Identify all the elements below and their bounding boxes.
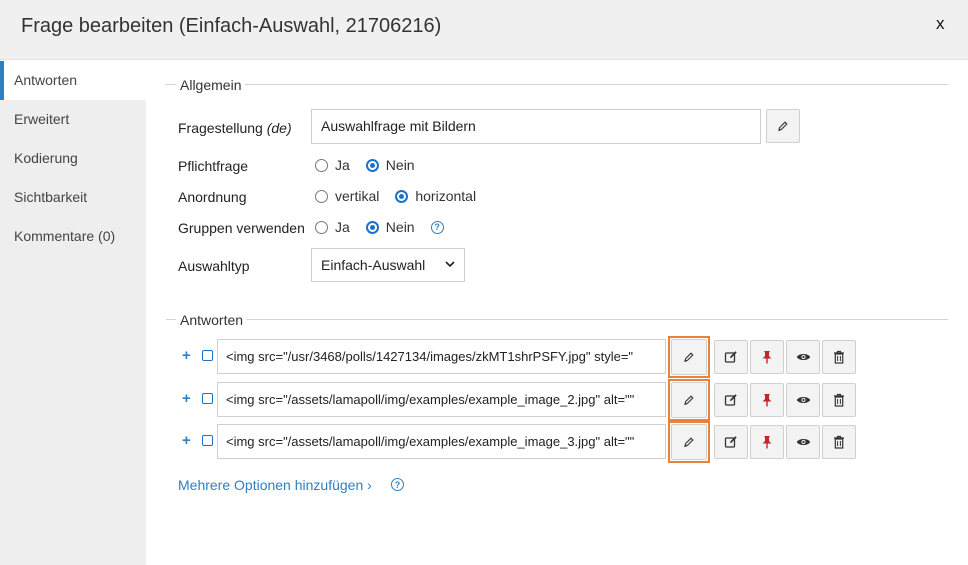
pin-icon [762,351,772,364]
answer-pin-button[interactable] [750,383,784,417]
pencil-icon [684,352,694,362]
edit-box-icon [724,351,737,363]
pencil-icon [684,437,694,447]
question-label: Fragestellung (de) [178,120,292,136]
pin-icon [762,436,772,449]
groups-yes-radio[interactable]: Ja [315,219,350,235]
add-answer-plus[interactable]: + [182,390,191,407]
answer-edit-button[interactable] [671,339,707,375]
dialog-title: Frage bearbeiten (Einfach-Auswahl, 21706… [21,15,442,37]
answers-legend: Antworten [176,312,248,328]
edit-box-icon [724,394,737,406]
answer-delete-button[interactable] [822,340,856,374]
question-input[interactable]: Auswahlfrage mit Bildern [311,109,761,144]
pin-icon [762,394,772,407]
select-type-label: Auswahltyp [178,258,250,274]
answer-rich-edit-button[interactable] [714,383,748,417]
answer-checkbox[interactable] [202,435,213,446]
answer-delete-button[interactable] [822,383,856,417]
answer-view-button[interactable] [786,340,820,374]
required-label: Pflichtfrage [178,158,249,174]
trash-icon [834,350,844,364]
required-yes-radio[interactable]: Ja [315,157,350,173]
answer-edit-button[interactable] [671,382,707,418]
answer-view-button[interactable] [786,383,820,417]
layout-label: Anordnung [178,189,247,205]
select-type-dropdown[interactable]: Einfach-Auswahl [311,248,465,282]
groups-no-radio[interactable]: Nein [365,219,415,235]
groups-help-icon[interactable]: ? [430,220,444,234]
more-options-help-icon[interactable]: ? [391,478,404,491]
question-label-text: Fragestellung [178,120,263,136]
general-divider [166,84,948,85]
add-multiple-options-link[interactable]: Mehrere Optionen hinzufügen › [178,477,372,493]
add-answer-plus[interactable]: + [182,347,191,364]
sidebar-item-antworten[interactable]: Antworten [0,61,146,100]
groups-radio-group: Ja Nein ? [315,219,444,235]
answer-pin-button[interactable] [750,340,784,374]
sidebar-item-kommentare[interactable]: Kommentare (0) [0,217,146,256]
question-edit-button[interactable] [766,109,800,143]
select-type-value: Einfach-Auswahl [321,257,426,273]
answer-input[interactable]: <img src="/assets/lamapoll/img/examples/… [217,382,666,417]
edit-box-icon [724,436,737,448]
layout-radio-group: vertikal horizontal [315,188,492,204]
sidebar-item-erweitert[interactable]: Erweitert [0,100,146,139]
answer-edit-button[interactable] [671,424,707,460]
answer-view-button[interactable] [786,425,820,459]
answer-pin-button[interactable] [750,425,784,459]
chevron-down-icon [445,261,455,268]
sidebar-item-kodierung[interactable]: Kodierung [0,139,146,178]
pencil-icon [684,395,694,405]
question-lang: (de) [266,120,292,136]
eye-icon [796,439,810,445]
pencil-icon [778,121,788,131]
answer-input[interactable]: <img src="/assets/lamapoll/img/examples/… [217,424,666,459]
general-legend: Allgemein [176,77,246,93]
sidebar-item-sichtbarkeit[interactable]: Sichtbarkeit [0,178,146,217]
answers-divider [166,319,948,320]
eye-icon [796,397,810,403]
answer-input[interactable]: <img src="/usr/3468/polls/1427134/images… [217,339,666,374]
eye-icon [796,354,810,360]
answer-rich-edit-button[interactable] [714,340,748,374]
groups-label: Gruppen verwenden [178,220,305,236]
sidebar: Antworten Erweitert Kodierung Sichtbarke… [0,61,146,565]
required-radio-group: Ja Nein [315,157,431,173]
layout-horizontal-radio[interactable]: horizontal [395,188,476,204]
answer-checkbox[interactable] [202,393,213,404]
required-no-radio[interactable]: Nein [365,157,415,173]
layout-vertical-radio[interactable]: vertikal [315,188,379,204]
add-answer-plus[interactable]: + [182,432,191,449]
answer-delete-button[interactable] [822,425,856,459]
close-button[interactable]: x [936,14,945,34]
answer-checkbox[interactable] [202,350,213,361]
trash-icon [834,435,844,449]
trash-icon [834,393,844,407]
answer-rich-edit-button[interactable] [714,425,748,459]
dialog-header: Frage bearbeiten (Einfach-Auswahl, 21706… [0,0,968,60]
